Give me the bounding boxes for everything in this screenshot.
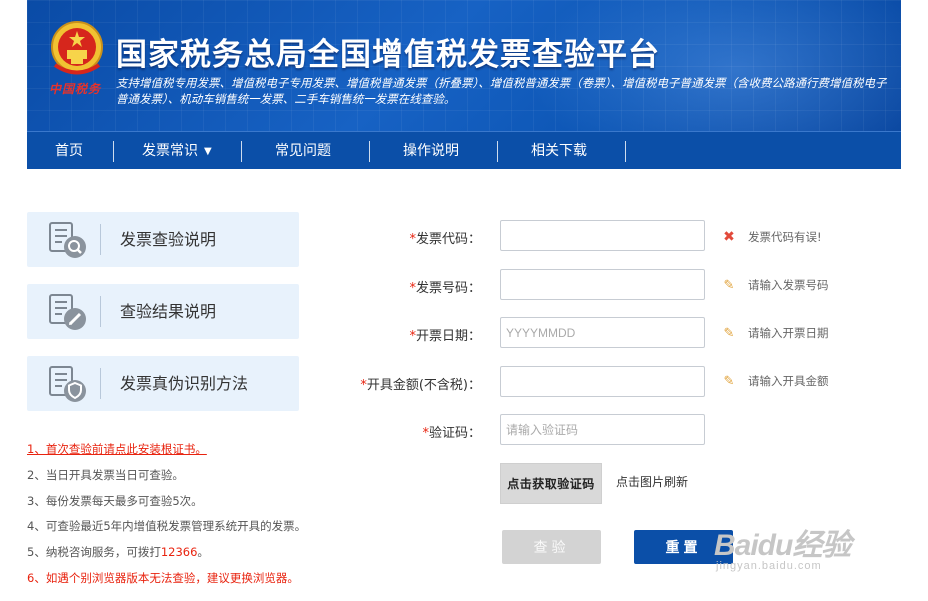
amount-input[interactable] (500, 366, 705, 397)
invoice-number-input[interactable] (500, 269, 705, 300)
error-x-icon: ✖ (723, 229, 735, 245)
watermark-main: Baidu经验 (714, 529, 851, 562)
hint-text: 请输入发票号码 (748, 278, 829, 292)
captcha-refresh-hint: 点击图片刷新 (616, 475, 689, 489)
nav-divider (369, 141, 370, 162)
sidebar-card-label: 发票真伪识别方法 (120, 374, 249, 393)
issue-date-label: *开票日期： (321, 325, 481, 344)
invoice-code-input[interactable] (500, 220, 705, 251)
sidebar-card-label: 查验结果说明 (120, 302, 217, 321)
list-item: 4、可查验最近5年内增值税发票管理系统开具的发票。 (27, 519, 307, 534)
document-shield-icon (49, 366, 86, 402)
nav-faq[interactable]: 常见问题 (275, 132, 331, 170)
amount-hint: ✎ 请输入开具金额 (722, 373, 829, 389)
issue-date-input[interactable] (500, 317, 705, 348)
list-item: 3、每份发票每天最多可查验5次。 (27, 493, 203, 508)
label-text: 发票号码： (415, 281, 481, 296)
pencil-icon: ✎ (723, 326, 735, 341)
sidebar-card-authenticity-guide[interactable]: 发票真伪识别方法 (27, 356, 299, 411)
captcha-input[interactable] (500, 414, 705, 445)
note-install-certificate[interactable]: 1、首次查验前请点此安装根证书。 (27, 437, 327, 463)
captcha-image[interactable]: 点击获取验证码 (500, 463, 602, 504)
pencil-icon: ✎ (723, 278, 735, 293)
nav-divider (113, 141, 114, 162)
captcha-label: *验证码： (321, 422, 481, 441)
pencil-icon: ✎ (723, 374, 735, 389)
main-nav: 首页 发票常识 ▼ 常见问题 操作说明 相关下载 (27, 131, 901, 169)
site-subtitle: 支持增值税专用发票、增值税电子专用发票、增值税普通发票（折叠票）、增值税普通发票… (116, 76, 887, 106)
sidebar-card-result-guide[interactable]: 查验结果说明 (27, 284, 299, 339)
invoice-code-hint: ✖ 发票代码有误! (722, 229, 822, 245)
note-text: 1、首次查验前请点此安装根证书。 (27, 442, 207, 456)
issue-date-hint: ✎ 请输入开票日期 (722, 325, 829, 341)
nav-divider (497, 141, 498, 162)
label-text: 开具金额(不含税)： (366, 378, 481, 393)
hint-text: 请输入开具金额 (748, 374, 829, 388)
invoice-number-hint: ✎ 请输入发票号码 (722, 277, 829, 293)
notes-list: 1、首次查验前请点此安装根证书。 2、当日开具发票当日可查验。 3、每份发票每天… (27, 437, 327, 592)
tax-emblem-icon (51, 21, 103, 75)
list-item: 5、纳税咨询服务，可拨打12366。 (27, 540, 327, 566)
document-edit-icon (49, 294, 86, 330)
sidebar-card-verification-guide[interactable]: 发票查验说明 (27, 212, 299, 267)
site-title: 国家税务总局全国增值税发票查验平台 (116, 37, 660, 73)
label-text: 验证码： (428, 426, 481, 441)
nav-invoice-knowledge-label: 发票常识 (142, 143, 198, 159)
hint-text: 发票代码有误! (748, 230, 822, 244)
document-search-icon (49, 222, 86, 258)
label-text: 开票日期： (415, 329, 481, 344)
card-divider (100, 224, 101, 255)
nav-home[interactable]: 首页 (55, 132, 83, 170)
list-item: 2、当日开具发票当日可查验。 (27, 467, 184, 482)
card-divider (100, 296, 101, 327)
nav-home-label: 首页 (55, 143, 83, 159)
emblem-text: 中国税务 (49, 82, 102, 96)
nav-divider (241, 141, 242, 162)
note-text: 。 (197, 545, 209, 560)
sidebar-card-label: 发票查验说明 (120, 230, 217, 249)
service-phone: 12366 (160, 545, 198, 560)
list-item: 6、如遇个别浏览器版本无法查验，建议更换浏览器。 (27, 570, 299, 585)
nav-faq-label: 常见问题 (275, 143, 331, 159)
invoice-number-label: *发票号码： (321, 277, 481, 296)
nav-divider (625, 141, 626, 162)
nav-downloads[interactable]: 相关下载 (531, 132, 587, 170)
amount-label: *开具金额(不含税)： (321, 374, 481, 393)
hint-text: 请输入开票日期 (748, 326, 829, 340)
note-text: 5、纳税咨询服务，可拨打 (27, 545, 161, 560)
card-divider (100, 368, 101, 399)
query-button[interactable]: 查验 (502, 530, 601, 564)
chevron-down-icon: ▼ (204, 146, 212, 157)
baidu-watermark: Baidu经验 jingyan.baidu.com (714, 520, 914, 580)
nav-instructions-label: 操作说明 (403, 143, 459, 159)
watermark-sub: jingyan.baidu.com (716, 560, 822, 572)
invoice-code-label: *发票代码： (321, 228, 481, 247)
nav-instructions[interactable]: 操作说明 (403, 132, 459, 170)
label-text: 发票代码： (415, 232, 481, 247)
nav-downloads-label: 相关下载 (531, 143, 587, 159)
nav-invoice-knowledge[interactable]: 发票常识 ▼ (142, 132, 212, 170)
header-banner: 中国税务 国家税务总局全国增值税发票查验平台 支持增值税专用发票、增值税电子专用… (27, 0, 901, 131)
